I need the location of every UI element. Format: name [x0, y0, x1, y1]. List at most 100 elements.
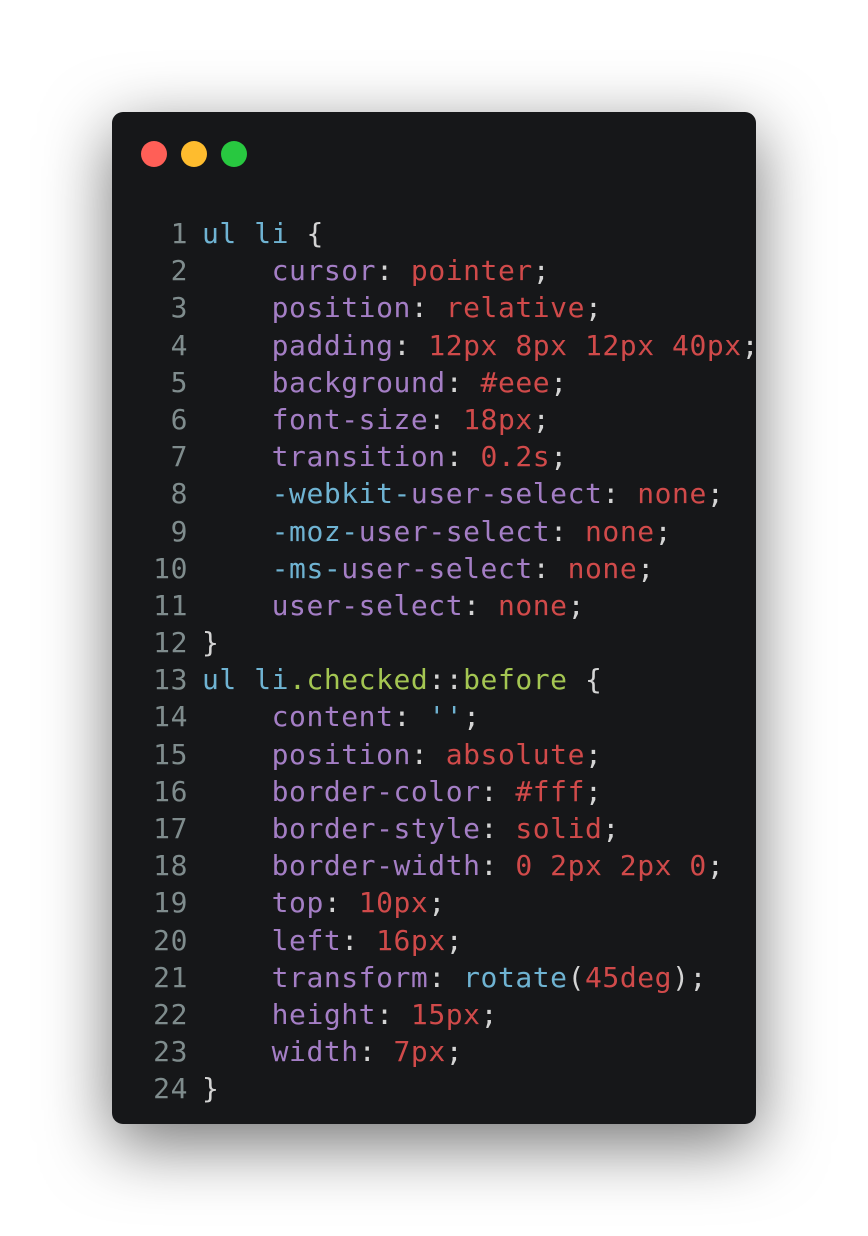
line-number: 24	[153, 1072, 188, 1106]
line-number: 21	[153, 960, 188, 994]
code-token-punc: :	[341, 923, 377, 957]
code-token-prop: border-width	[271, 849, 481, 883]
code-token-punc: ;	[654, 514, 673, 548]
code-token-prop: border-color	[271, 774, 481, 808]
line-number: 13	[153, 663, 188, 697]
code-token-sel: ul li	[202, 663, 290, 697]
code-token-punc: }	[202, 626, 220, 660]
code-token-punc	[202, 403, 272, 436]
code-token-prop: content	[271, 700, 394, 734]
code-token-val: solid	[515, 812, 603, 845]
code-token-punc: ;	[637, 551, 655, 585]
code-line: 24}	[112, 1070, 756, 1107]
code-line: 14 content: '';	[112, 698, 756, 735]
code-text: cursor: pointer;	[202, 252, 550, 289]
code-line: 9 -moz-user-select: none;	[112, 513, 756, 550]
code-line: 20 left: 16px;	[112, 922, 756, 959]
code-line: 5 background: #eee;	[112, 364, 756, 401]
line-number: 17	[153, 812, 188, 845]
line-number: 18	[153, 849, 188, 883]
line-number: 11	[153, 588, 188, 622]
code-token-punc: :	[358, 1035, 394, 1069]
code-text: -ms-user-select: none;	[202, 550, 655, 587]
code-token-punc: ;	[445, 1035, 464, 1069]
code-token-prop: width	[271, 1035, 359, 1069]
line-number: 16	[153, 774, 188, 808]
minimize-button[interactable]	[181, 141, 207, 167]
code-line: 16 border-color: #fff;	[112, 773, 756, 810]
code-line: 21 transform: rotate(45deg);	[112, 959, 756, 996]
line-number: 22	[153, 997, 188, 1031]
code-line: 6 font-size: 18px;	[112, 401, 756, 438]
code-token-punc: ;	[445, 923, 464, 957]
code-token-punc	[202, 477, 272, 510]
code-token-punc	[202, 700, 272, 733]
code-token-punc: :	[445, 365, 481, 399]
code-token-val: 15px	[410, 997, 481, 1031]
code-token-punc	[202, 849, 272, 882]
line-number: 8	[170, 477, 188, 511]
code-text: width: 7px;	[202, 1033, 463, 1070]
code-token-punc: ;	[550, 365, 568, 399]
code-token-punc	[202, 552, 272, 585]
code-text: -moz-user-select: none;	[202, 513, 672, 550]
code-token-punc: ;	[480, 997, 498, 1031]
line-number: 19	[153, 886, 188, 920]
line-number: 12	[153, 626, 188, 660]
code-token-prop: user-select	[341, 551, 533, 585]
code-token-punc: ;	[428, 886, 446, 920]
code-text: transform: rotate(45deg);	[202, 959, 707, 996]
code-text: content: '';	[202, 698, 481, 735]
code-window: 1 ul li {2 cursor: pointer; 3 position: re…	[112, 112, 760, 1124]
code-token-punc: ;	[567, 588, 586, 622]
code-token-prop: top	[271, 886, 324, 920]
code-token-prop: position	[271, 291, 411, 325]
code-token-val: 18px	[463, 402, 533, 436]
code-token-punc	[202, 775, 272, 808]
code-token-punc: :	[602, 477, 638, 511]
code-line: 8 -webkit-user-select: none;	[112, 475, 756, 512]
code-token-str: ''	[428, 700, 464, 734]
code-token-val: 10px	[358, 886, 429, 920]
code-token-punc: :	[428, 402, 464, 436]
code-token-punc: );	[672, 960, 707, 994]
code-token-punc: :	[376, 254, 411, 288]
code-token-sel: ul li	[202, 217, 290, 250]
code-text: transition: 0.2s;	[202, 438, 568, 475]
code-text: position: relative;	[202, 289, 602, 326]
code-text: ul li.checked::before {	[202, 661, 602, 698]
code-token-val: #fff	[515, 774, 585, 808]
code-token-punc: ;	[741, 328, 760, 362]
code-token-punc	[202, 886, 272, 919]
code-token-punc	[202, 738, 272, 771]
code-token-val: 45deg	[585, 960, 673, 994]
close-button[interactable]	[141, 141, 167, 167]
code-token-punc: ;	[706, 849, 725, 883]
line-number: 15	[153, 737, 188, 771]
code-token-val: #eee	[480, 365, 551, 399]
code-token-val: none	[497, 588, 568, 622]
code-token-punc: ;	[550, 440, 568, 474]
code-token-punc: ;	[602, 812, 620, 845]
code-token-vendor: -moz-	[271, 514, 359, 548]
line-number: 6	[170, 402, 188, 436]
code-line: 2 cursor: pointer;	[112, 252, 756, 289]
code-token-prop: left	[271, 923, 342, 957]
code-token-val: 12px 8px 12px 40px	[428, 328, 742, 362]
code-token-prop: font-size	[271, 402, 429, 436]
code-token-punc: :	[393, 700, 429, 734]
code-text: height: 15px;	[202, 996, 498, 1033]
code-text: top: 10px;	[202, 884, 446, 921]
maximize-button[interactable]	[221, 141, 247, 167]
line-number: 10	[153, 551, 188, 585]
code-token-func: rotate	[463, 960, 568, 994]
code-line: 3 position: relative;	[112, 289, 756, 326]
line-number: 23	[153, 1035, 188, 1069]
code-token-punc: :	[428, 960, 464, 994]
code-token-punc	[202, 440, 272, 473]
code-token-prop: user-select	[410, 477, 603, 511]
code-token-punc: :	[393, 328, 429, 362]
code-token-punc: :	[550, 514, 585, 548]
code-token-prop: position	[271, 737, 411, 771]
code-text: border-width: 0 2px 2px 0;	[202, 847, 724, 884]
